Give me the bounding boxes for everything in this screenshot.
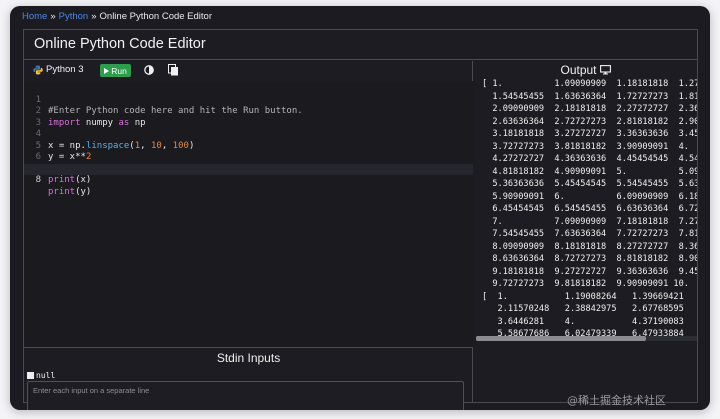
code-line-active: 8 print(y) <box>24 163 473 197</box>
stdin-title: Stdin Inputs <box>216 351 281 365</box>
run-label: Run <box>111 65 127 76</box>
app-window: Home» Python» Online Python Code Editor On… <box>10 6 710 410</box>
null-toggle[interactable]: null <box>27 371 55 380</box>
output-line: 2.11570248 2.38842975 2.67768595 2 <box>482 304 697 314</box>
output-title: Output <box>560 63 597 77</box>
output-horizontal-scrollbar[interactable] <box>476 336 697 341</box>
code-editor[interactable]: 1 #Enter Python code here and hit the Ru… <box>24 81 473 347</box>
stdin-input[interactable] <box>27 381 464 410</box>
title-bar: Online Python Code Editor <box>24 30 697 60</box>
output-line: 5.58677686 6.02479339 6.47933884 6 <box>482 329 697 336</box>
language-selector[interactable]: Python 3 <box>33 64 84 75</box>
code-line: 3 <box>24 106 473 128</box>
output-console[interactable]: [ 1. 1.09090909 1.18181818 1.272 1.54545… <box>482 78 697 336</box>
output-pane: Output [ 1. 1.09090909 1.18181818 1.272 … <box>474 61 697 402</box>
code-line: 2 import numpy as np <box>24 95 473 128</box>
output-line: [ 1. 1.09090909 1.18181818 1.272 <box>482 79 697 89</box>
output-line: 3.72727273 3.81818182 3.90909091 4. <box>482 141 689 152</box>
breadcrumb-link-home[interactable]: Home <box>22 11 47 22</box>
output-line: 2.63636364 2.72727273 2.81818182 2.909 <box>482 116 697 127</box>
output-line: 7.54545455 7.63636364 7.72727273 7.818 <box>482 229 697 239</box>
output-line: 2.09090909 2.18181818 2.27272727 2.363 <box>482 104 697 114</box>
page-title: Online Python Code Editor <box>34 36 206 52</box>
code-pane: Python 3 Run 1 #Enter Python code here a… <box>24 61 473 410</box>
play-icon <box>104 67 110 74</box>
output-line: 9.72727273 9.81818182 9.90909091 10. <box>482 279 689 289</box>
code-line: 5 y = x**2 <box>24 129 473 163</box>
output-line: 7. 7.09090909 7.18181818 7.272 <box>482 216 697 227</box>
monitor-icon <box>599 65 611 75</box>
output-line: 3.6446281 4. 4.37190083 4 <box>482 316 697 327</box>
output-line: 9.18181818 9.27272727 9.36363636 9.454 <box>482 266 697 277</box>
code-line: 4 x = np.linspace(1, 10, 100) <box>24 118 473 151</box>
breadcrumb: Home» Python» Online Python Code Editor <box>22 11 212 22</box>
language-label: Python 3 <box>46 64 84 75</box>
half-circle-icon[interactable] <box>144 65 154 75</box>
watermark: @稀土掘金技术社区 <box>567 394 666 407</box>
output-line: 8.63636364 8.72727273 8.81818182 8.909 <box>482 254 697 264</box>
output-line: 1.54545455 1.63636364 1.72727273 1.818 <box>482 91 697 102</box>
editor-frame: Online Python Code Editor Python 3 Run 1… <box>23 29 698 410</box>
code-line: 1 #Enter Python code here and hit the Ru… <box>24 83 473 117</box>
run-button[interactable]: Run <box>100 64 131 77</box>
stdin-section: Stdin Inputs null <box>24 347 473 410</box>
output-line: 3.18181818 3.27272727 3.36363636 3.454 <box>482 129 697 139</box>
output-line: [ 1. 1.19008264 1.39669421 1 <box>482 291 697 302</box>
code-text: print(y) <box>48 186 92 197</box>
breadcrumb-separator: » <box>50 11 56 22</box>
null-checkbox[interactable] <box>27 372 34 379</box>
output-line: 5.36363636 5.45454545 5.54545455 5.636 <box>482 179 697 189</box>
python-logo-icon <box>33 65 43 74</box>
null-label: null <box>36 371 56 380</box>
output-line: 8.09090909 8.18181818 8.27272727 8.363 <box>482 241 697 252</box>
editor-toolbar: Python 3 Run <box>24 61 473 81</box>
code-line: 6 <box>24 141 473 162</box>
breadcrumb-link-python[interactable]: Python <box>59 11 89 22</box>
output-line: 5.90909091 6. 6.09090909 6.181 <box>482 191 697 202</box>
copy-icon[interactable] <box>168 64 179 76</box>
breadcrumb-current: Online Python Code Editor <box>99 11 212 22</box>
breadcrumb-separator: » <box>91 11 97 22</box>
scrollbar-thumb[interactable] <box>476 336 646 341</box>
output-line: 4.81818182 4.90909091 5. 5.090 <box>482 166 697 177</box>
output-header: Output <box>474 63 697 77</box>
line-number: 8 <box>35 175 41 185</box>
code-line: 7 print(x) <box>24 152 473 186</box>
output-line: 4.27272727 4.36363636 4.45454545 4.545 <box>482 154 697 164</box>
output-line: 6.45454545 6.54545455 6.63636364 6.727 <box>482 204 697 214</box>
